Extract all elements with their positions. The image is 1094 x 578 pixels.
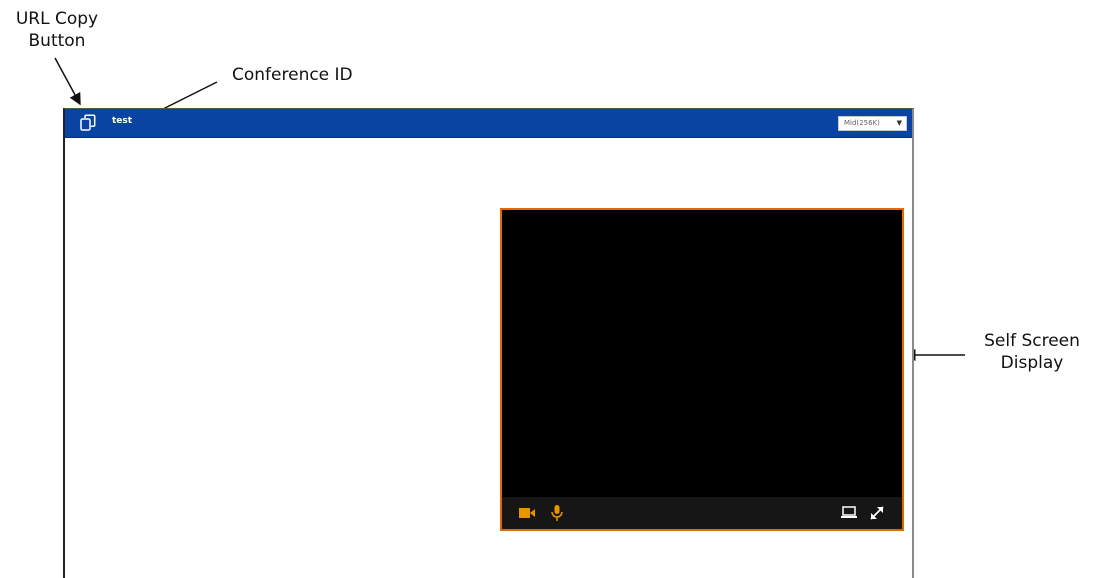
- self-screen-display: [500, 208, 904, 531]
- url-copy-arrow: [54, 57, 81, 106]
- chevron-down-icon: ▼: [896, 119, 902, 127]
- screen-share-button[interactable]: [840, 504, 858, 522]
- microphone-icon: [551, 505, 563, 521]
- url-copy-button[interactable]: [79, 114, 97, 132]
- fullscreen-button[interactable]: [868, 504, 886, 522]
- video-control-bar: [502, 497, 902, 529]
- conference-window: test Mid(256K) ▼: [63, 108, 914, 578]
- fullscreen-icon: [870, 506, 884, 520]
- screen-share-icon: [841, 506, 857, 518]
- microphone-toggle-button[interactable]: [548, 504, 566, 522]
- camera-icon: [519, 508, 535, 518]
- self-video: [502, 210, 902, 497]
- conference-id-callout: Conference ID: [232, 64, 353, 86]
- conference-id: test: [112, 116, 133, 126]
- self-screen-callout: Self Screen Display: [972, 330, 1092, 374]
- conference-header-bar: test Mid(256K) ▼: [65, 109, 912, 138]
- quality-select[interactable]: Mid(256K) ▼: [838, 116, 907, 131]
- quality-selected-value: Mid(256K): [844, 119, 880, 127]
- copy-icon: [80, 114, 96, 131]
- camera-toggle-button[interactable]: [518, 504, 536, 522]
- self-screen-callout-text: Self Screen Display: [984, 331, 1080, 373]
- url-copy-callout: URL Copy Button: [2, 8, 112, 52]
- conference-id-callout-text: Conference ID: [232, 65, 353, 85]
- url-copy-callout-text: URL Copy Button: [15, 9, 99, 51]
